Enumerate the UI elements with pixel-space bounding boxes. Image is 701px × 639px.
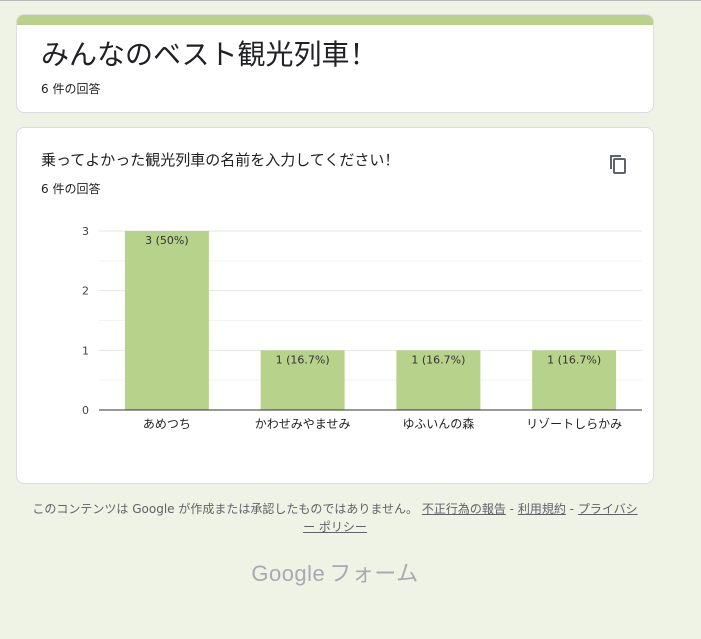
- google-wordmark: Google: [251, 561, 326, 586]
- form-response-count: 6 件の回答: [41, 82, 101, 96]
- data-label: 3 (50%): [145, 234, 189, 247]
- x-tick-label: ゆふいんの森: [402, 416, 474, 431]
- y-tick-label: 0: [82, 404, 89, 417]
- x-tick-label: あめつち: [143, 417, 191, 431]
- header-accent-bar: [17, 15, 653, 25]
- x-tick-label: かわせみやませみ: [255, 417, 351, 431]
- footer-separator: -: [505, 502, 518, 516]
- y-tick-label: 3: [82, 225, 89, 238]
- bar: [124, 231, 209, 410]
- y-tick-label: 2: [82, 285, 89, 298]
- data-label: 1 (16.7%): [411, 353, 465, 366]
- footer-disclaimer: このコンテンツは Google が作成または承認したものではありません。 不正行…: [30, 500, 640, 536]
- disclaimer-text: このコンテンツは Google が作成または承認したものではありません。: [32, 502, 419, 516]
- google-forms-logo[interactable]: Google フォーム: [0, 556, 670, 588]
- data-label: 1 (16.7%): [276, 353, 330, 366]
- forms-wordmark: フォーム: [329, 562, 419, 587]
- form-header-card: みんなのベスト観光列車！ 6 件の回答: [16, 14, 654, 113]
- window-top-border: [0, 0, 701, 1]
- x-tick-label: リゾートしらかみ: [526, 417, 622, 431]
- terms-link[interactable]: 利用規約: [518, 502, 566, 516]
- y-tick-label: 1: [82, 344, 89, 357]
- form-title: みんなのベスト観光列車！: [41, 38, 378, 71]
- data-label: 1 (16.7%): [547, 353, 601, 366]
- question-summary-card: 乗ってよかった観光列車の名前を入力してください！ 6 件の回答 01233 (5…: [16, 127, 654, 484]
- bar-chart: 0 1 2 3 3 (50%) あめつち 1 (16.7%) かわせみやませみ 1 (16.7%…: [82, 225, 642, 431]
- report-abuse-link[interactable]: 不正行為の報告: [422, 502, 506, 516]
- footer-separator: -: [565, 502, 578, 516]
